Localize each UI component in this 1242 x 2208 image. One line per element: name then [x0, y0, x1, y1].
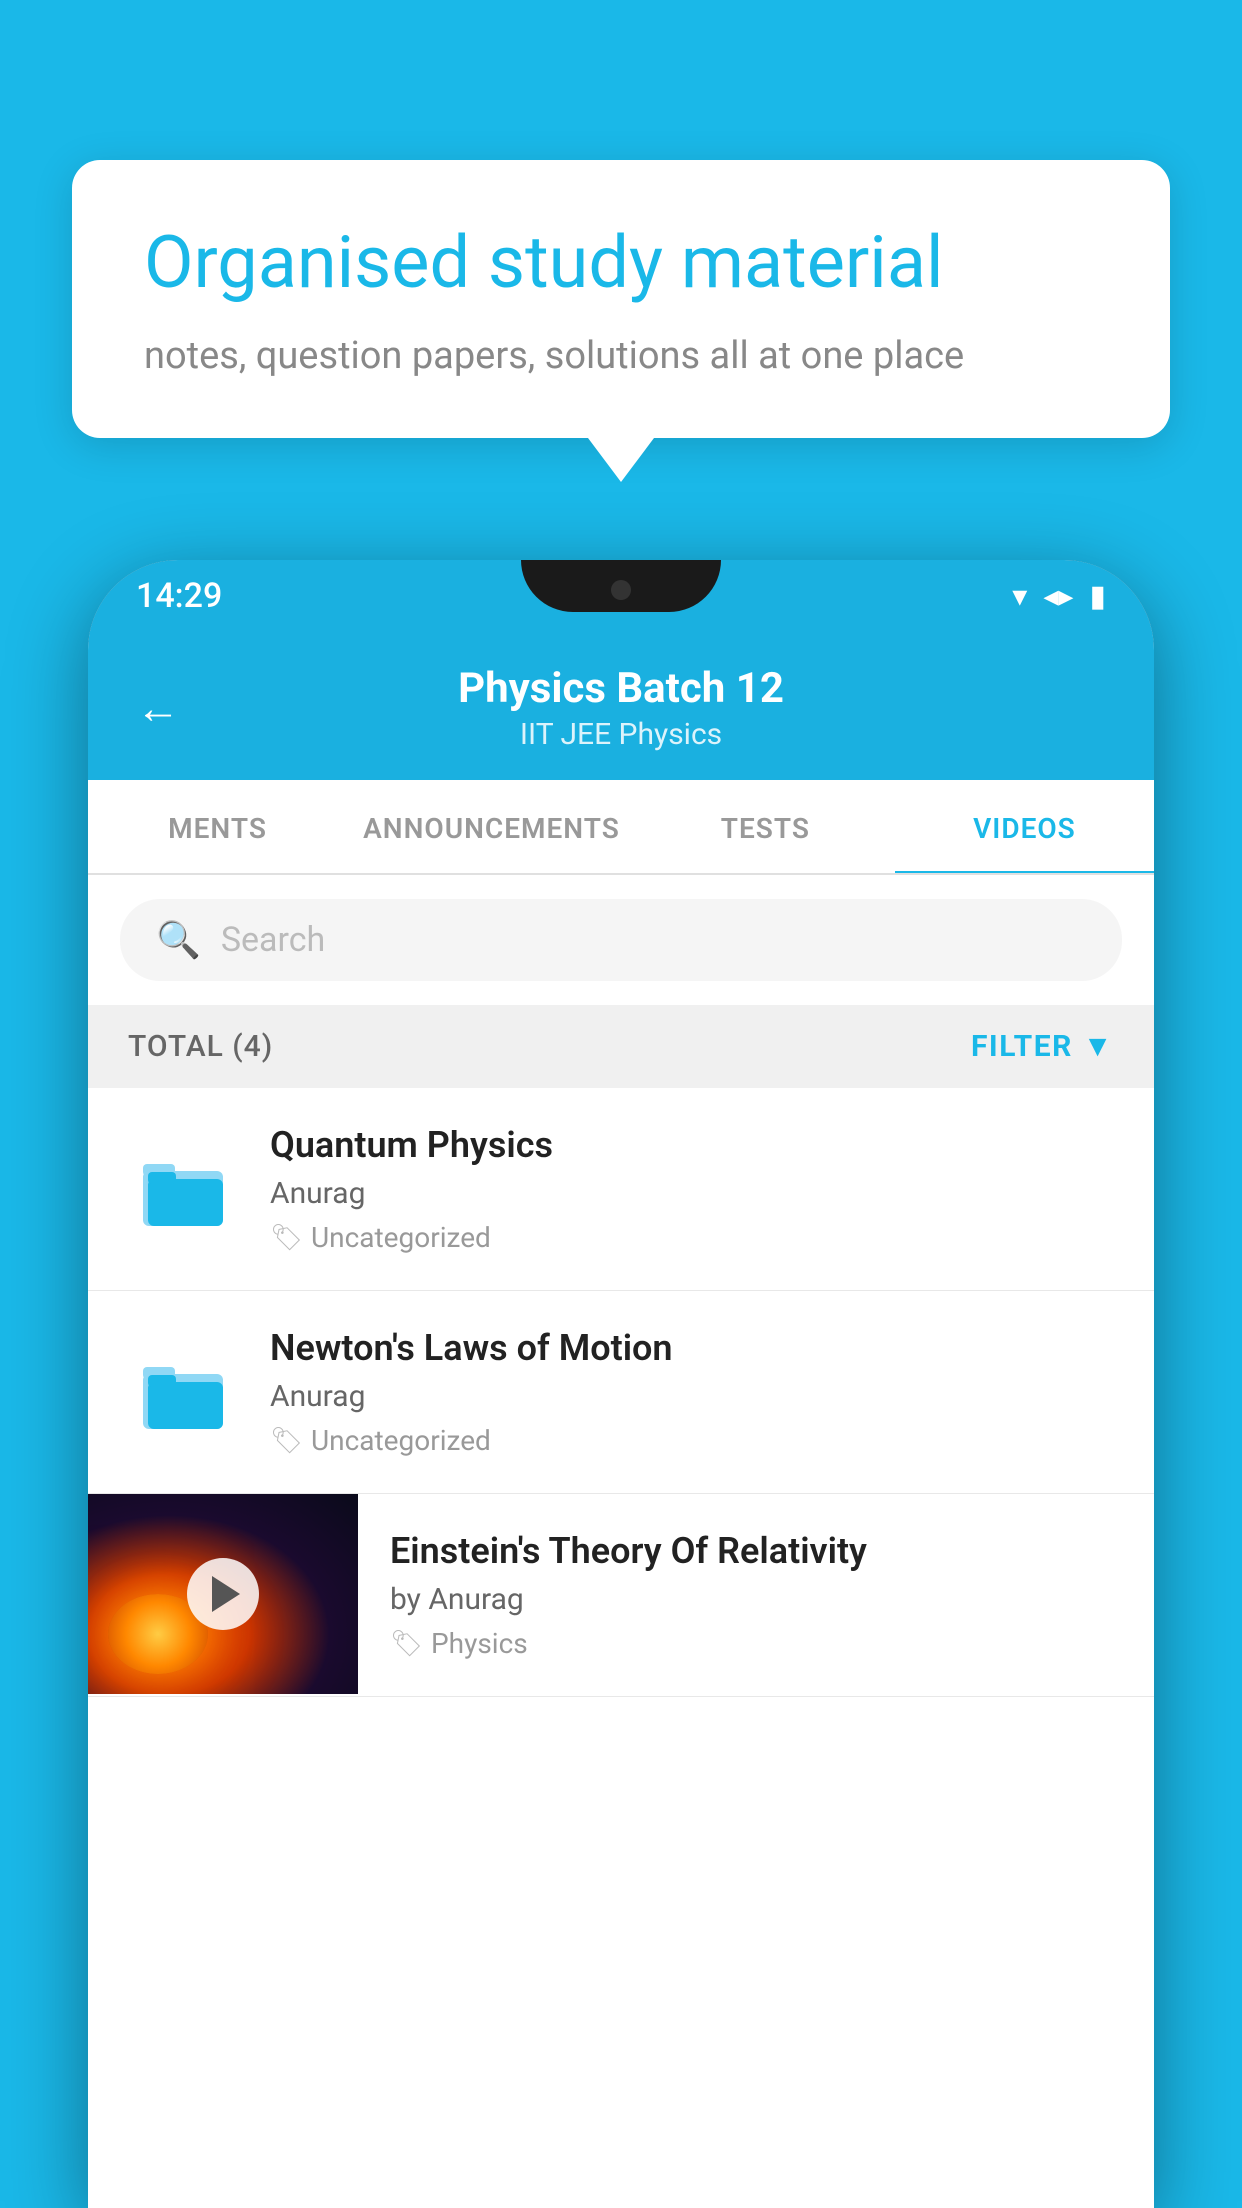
tab-ments[interactable]: MENTS: [88, 780, 347, 873]
filter-bar: TOTAL (4) FILTER ▼: [88, 1005, 1154, 1088]
tag-icon: 🏷: [390, 1629, 423, 1659]
search-container: 🔍 Search: [88, 875, 1154, 1005]
video-list: Quantum Physics Anurag 🏷 Uncategorized: [88, 1088, 1154, 2208]
tag-icon: 🏷: [270, 1426, 303, 1456]
search-placeholder[interactable]: Search: [221, 920, 325, 960]
wifi-icon: ▾: [1012, 579, 1027, 614]
header-center: Physics Batch 12 IIT JEE Physics: [212, 664, 1030, 752]
video-author: Anurag: [270, 1176, 1114, 1211]
play-button[interactable]: [187, 1558, 259, 1630]
header-subtitle: IIT JEE Physics: [212, 717, 1030, 752]
video-info: Newton's Laws of Motion Anurag 🏷 Uncateg…: [270, 1327, 1114, 1457]
search-icon: 🔍: [156, 919, 201, 961]
video-tag: 🏷 Uncategorized: [270, 1424, 1114, 1457]
phone-inner: 14:29 ▾ ◂▸ ▮ ← Physics Batch 12 IIT JEE …: [88, 560, 1154, 2208]
folder-icon: [128, 1337, 238, 1447]
bubble-subtitle: notes, question papers, solutions all at…: [144, 334, 1098, 378]
phone-frame: 14:29 ▾ ◂▸ ▮ ← Physics Batch 12 IIT JEE …: [88, 560, 1154, 2208]
tab-announcements[interactable]: ANNOUNCEMENTS: [347, 780, 636, 873]
battery-icon: ▮: [1089, 579, 1106, 614]
filter-icon: ▼: [1083, 1029, 1114, 1064]
tabs-bar: MENTS ANNOUNCEMENTS TESTS VIDEOS: [88, 780, 1154, 875]
back-button[interactable]: ←: [136, 682, 180, 734]
camera-dot: [611, 580, 631, 600]
status-bar: 14:29 ▾ ◂▸ ▮: [88, 560, 1154, 632]
video-info: Einstein's Theory Of Relativity by Anura…: [358, 1494, 1114, 1696]
bubble-title: Organised study material: [144, 220, 1098, 306]
video-author: by Anurag: [390, 1582, 1114, 1617]
phone-screen: 14:29 ▾ ◂▸ ▮ ← Physics Batch 12 IIT JEE …: [88, 560, 1154, 2208]
search-bar[interactable]: 🔍 Search: [120, 899, 1122, 981]
notch: [521, 560, 721, 612]
tab-videos[interactable]: VIDEOS: [895, 780, 1154, 873]
status-time: 14:29: [136, 576, 222, 616]
video-thumbnail: [88, 1494, 358, 1694]
video-info: Quantum Physics Anurag 🏷 Uncategorized: [270, 1124, 1114, 1254]
status-icons: ▾ ◂▸ ▮: [1012, 579, 1106, 614]
total-count-label: TOTAL (4): [128, 1029, 273, 1064]
list-item[interactable]: Quantum Physics Anurag 🏷 Uncategorized: [88, 1088, 1154, 1291]
video-tag: 🏷 Uncategorized: [270, 1221, 1114, 1254]
list-item[interactable]: Einstein's Theory Of Relativity by Anura…: [88, 1494, 1154, 1697]
tag-icon: 🏷: [270, 1223, 303, 1253]
folder-icon: [128, 1134, 238, 1244]
video-title: Einstein's Theory Of Relativity: [390, 1530, 1114, 1572]
video-title: Newton's Laws of Motion: [270, 1327, 1114, 1369]
play-icon: [212, 1576, 240, 1612]
video-title: Quantum Physics: [270, 1124, 1114, 1166]
tab-tests[interactable]: TESTS: [636, 780, 895, 873]
signal-icon: ◂▸: [1043, 579, 1073, 614]
filter-button[interactable]: FILTER ▼: [971, 1029, 1114, 1064]
video-author: Anurag: [270, 1379, 1114, 1414]
video-tag: 🏷 Physics: [390, 1627, 1114, 1660]
list-item[interactable]: Newton's Laws of Motion Anurag 🏷 Uncateg…: [88, 1291, 1154, 1494]
header-title: Physics Batch 12: [212, 664, 1030, 713]
speech-bubble: Organised study material notes, question…: [72, 160, 1170, 438]
app-header: ← Physics Batch 12 IIT JEE Physics: [88, 632, 1154, 780]
